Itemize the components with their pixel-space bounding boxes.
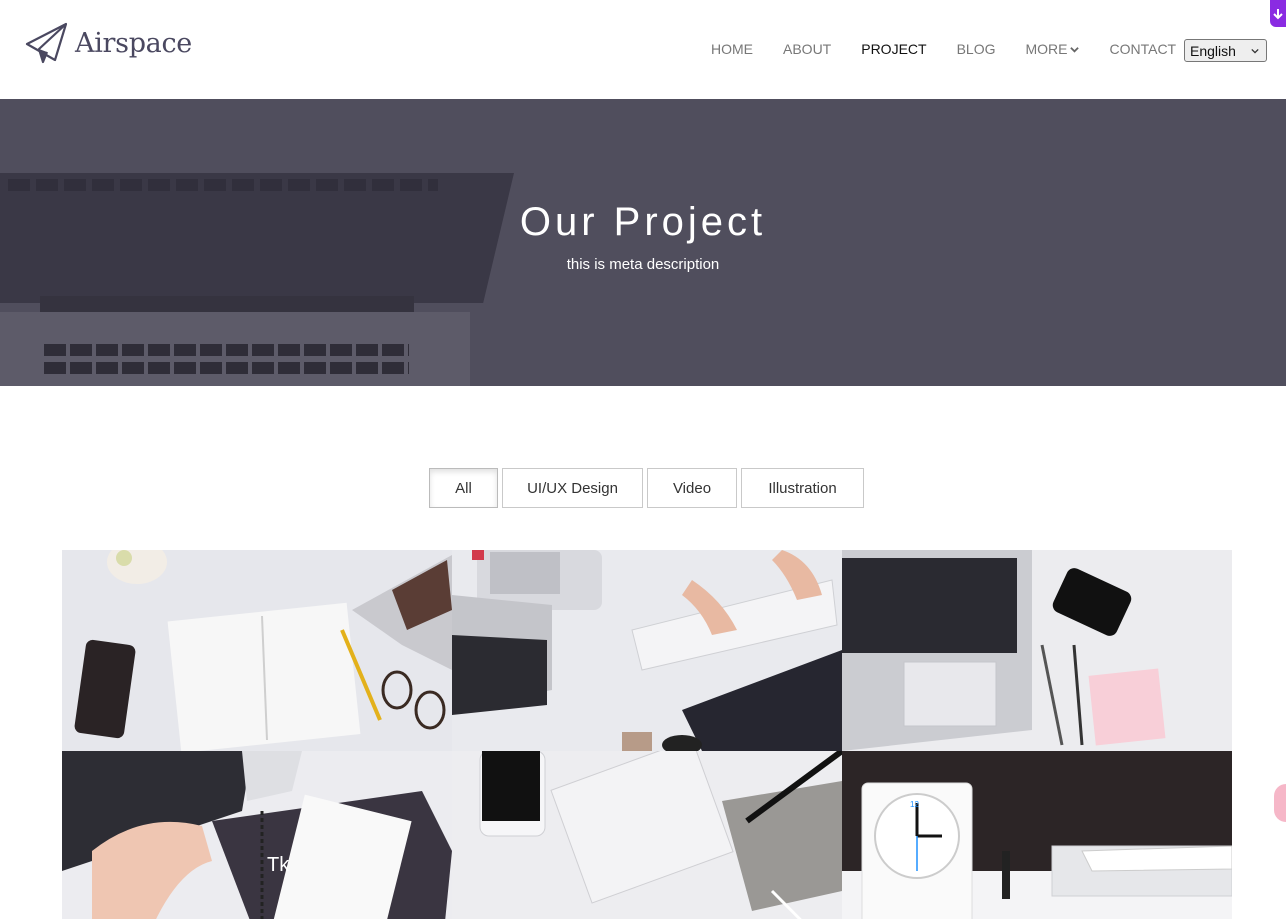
project-card[interactable] [452,550,842,751]
project-card[interactable] [842,550,1232,751]
project-grid: Tk 12 [62,550,1232,919]
notebook-phone-glasses-photo [62,550,452,751]
hand-laptop-notebook-photo: Tk [62,751,452,919]
paper-plane-icon [25,22,67,64]
alarm-clock-desk-photo: 12 [842,751,1232,919]
phone-keyboard-pen-photo [452,751,842,919]
nav-home[interactable]: HOME [711,41,753,57]
filter-illustration[interactable]: Illustration [741,468,864,508]
arrow-down-icon [1273,8,1283,19]
project-card[interactable]: Tk [62,751,452,919]
language-select[interactable]: English [1184,39,1267,62]
chevron-down-icon [1070,46,1080,53]
nav-project-label: PROJECT [861,41,927,57]
hero-laptop-keys [8,179,438,191]
nav-home-label: HOME [711,41,753,57]
nav-about-label: ABOUT [783,41,832,57]
hero-keyboard-row [44,344,409,356]
project-card[interactable]: 12 [842,751,1232,919]
logo[interactable]: Airspace [25,22,192,64]
nav-project[interactable]: PROJECT [861,41,926,57]
site-header: Airspace HOME ABOUT PROJECT BLOG MORE CO… [0,0,1286,99]
filter-video[interactable]: Video [647,468,737,508]
nav-contact[interactable]: CONTACT [1109,41,1176,57]
filter-uiux[interactable]: UI/UX Design [502,468,643,508]
main-nav: HOME ABOUT PROJECT BLOG MORE CONTACT [711,41,1206,57]
laptop-phone-pens-photo [842,550,1232,751]
project-filters: All UI/UX Design Video Illustration [429,468,868,508]
svg-text:Tk: Tk [267,854,290,876]
hero-keyboard-row [44,362,409,374]
nav-contact-label: CONTACT [1109,41,1177,57]
project-card[interactable] [62,550,452,751]
logo-text: Airspace [75,27,192,59]
filter-all[interactable]: All [429,468,498,508]
download-badge[interactable] [1270,0,1286,27]
chevron-down-icon [1251,48,1259,54]
nav-more[interactable]: MORE [1025,41,1080,57]
chat-bubble[interactable] [1274,784,1286,822]
hands-keyboard-laptop-photo [452,550,842,751]
hero-laptop-base [0,312,470,386]
nav-about[interactable]: ABOUT [783,41,831,57]
language-select-value: English [1190,42,1236,59]
page-subtitle: this is meta description [566,256,720,273]
project-card[interactable] [452,751,842,919]
page-title: Our Project [519,200,767,244]
hero-laptop-hinge [40,296,414,312]
svg-text:12: 12 [910,800,919,809]
nav-blog[interactable]: BLOG [957,41,996,57]
nav-more-label: MORE [1025,41,1068,57]
hero-banner: Our Project this is meta description [0,99,1286,386]
nav-blog-label: BLOG [956,41,996,57]
